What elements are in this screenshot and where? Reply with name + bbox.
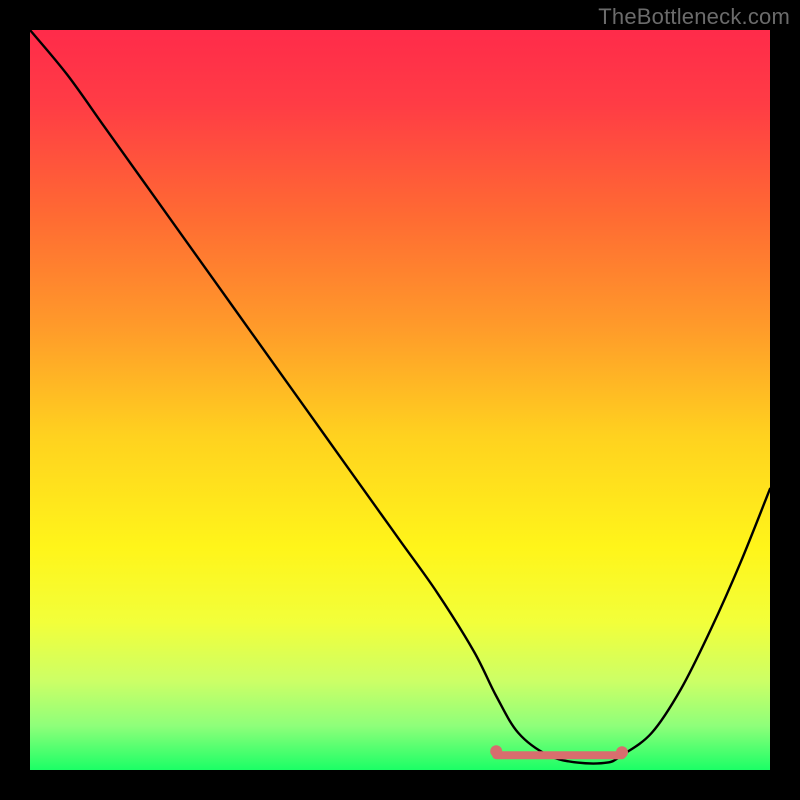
optimal-range-end-dot bbox=[616, 746, 628, 758]
bottleneck-curve bbox=[30, 30, 770, 764]
optimal-range-start-dot bbox=[490, 745, 502, 757]
chart-frame: TheBottleneck.com bbox=[0, 0, 800, 800]
curve-layer bbox=[30, 30, 770, 770]
plot-area bbox=[30, 30, 770, 770]
watermark-text: TheBottleneck.com bbox=[598, 4, 790, 30]
